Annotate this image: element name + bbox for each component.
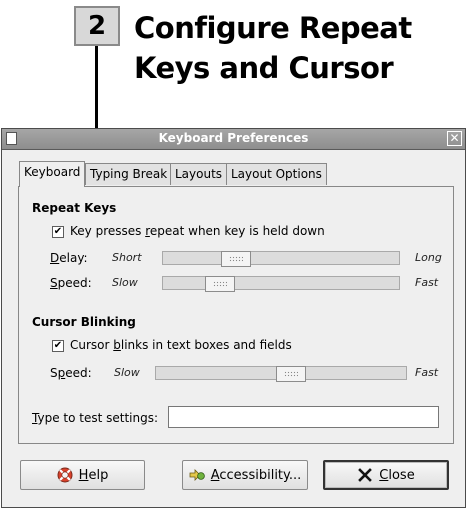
close-x-icon [358,468,373,482]
cursor-blinking-heading: Cursor Blinking [32,315,136,329]
delay-max-label: Long [415,251,442,264]
blink-speed-max-label: Fast [415,366,439,379]
test-settings-label: Type to test settings: [32,411,159,425]
repeat-speed-max-label: Fast [415,276,439,289]
blink-speed-min-label: Slow [114,366,140,379]
step-number: 2 [87,11,107,41]
cursor-blink-checkbox-label[interactable]: Cursor blinks in text boxes and fields [70,338,292,352]
keyboard-preferences-window: Keyboard Preferences ✕ Keyboard Typing B… [1,128,466,508]
help-button-label: Help [78,467,109,483]
step-title-line-1: Configure Repeat [134,11,412,45]
cursor-blink-checkbox[interactable]: ✔ [52,340,64,352]
blink-speed-label: Speed: [50,366,92,380]
step-title: Configure Repeat Keys and Cursor [134,8,464,88]
repeat-speed-slider-thumb[interactable] [204,276,235,292]
close-button-label: Close [379,467,415,483]
delay-slider-thumb[interactable] [221,251,252,267]
blink-speed-slider[interactable] [155,366,407,382]
delay-min-label: Short [112,251,142,264]
tab-layout-options[interactable]: Layout Options [226,163,327,185]
window-title: Keyboard Preferences [158,131,309,145]
window-close-icon[interactable]: ✕ [447,131,462,146]
repeat-keys-heading: Repeat Keys [32,201,117,215]
repeat-speed-label: Speed: [50,276,92,290]
blink-speed-slider-thumb[interactable] [276,366,306,382]
accessibility-button[interactable]: Accessibility... [182,460,308,490]
close-button[interactable]: Close [323,460,449,490]
tab-typing-break[interactable]: Typing Break [85,163,173,185]
repeat-keys-checkbox-label[interactable]: Key presses repeat when key is held down [70,224,325,238]
delay-label: Delay: [50,251,88,265]
repeat-speed-min-label: Slow [112,276,138,289]
tab-layouts[interactable]: Layouts [170,163,228,185]
step-title-line-2: Keys and Cursor [134,51,394,85]
lifebuoy-icon [57,467,73,483]
test-settings-input[interactable] [168,406,439,428]
accessibility-button-label: Accessibility... [210,467,302,483]
step-number-badge: 2 [74,6,120,46]
accessibility-icon [189,469,205,481]
repeat-speed-slider[interactable] [162,276,400,292]
delay-slider[interactable] [162,251,400,267]
keyboard-tab-panel: Repeat Keys ✔ Key presses repeat when ke… [18,186,454,444]
title-bar[interactable]: Keyboard Preferences ✕ [2,129,465,150]
tab-keyboard[interactable]: Keyboard [19,161,86,187]
help-button[interactable]: Help [20,460,145,490]
repeat-keys-checkbox[interactable]: ✔ [52,226,64,238]
